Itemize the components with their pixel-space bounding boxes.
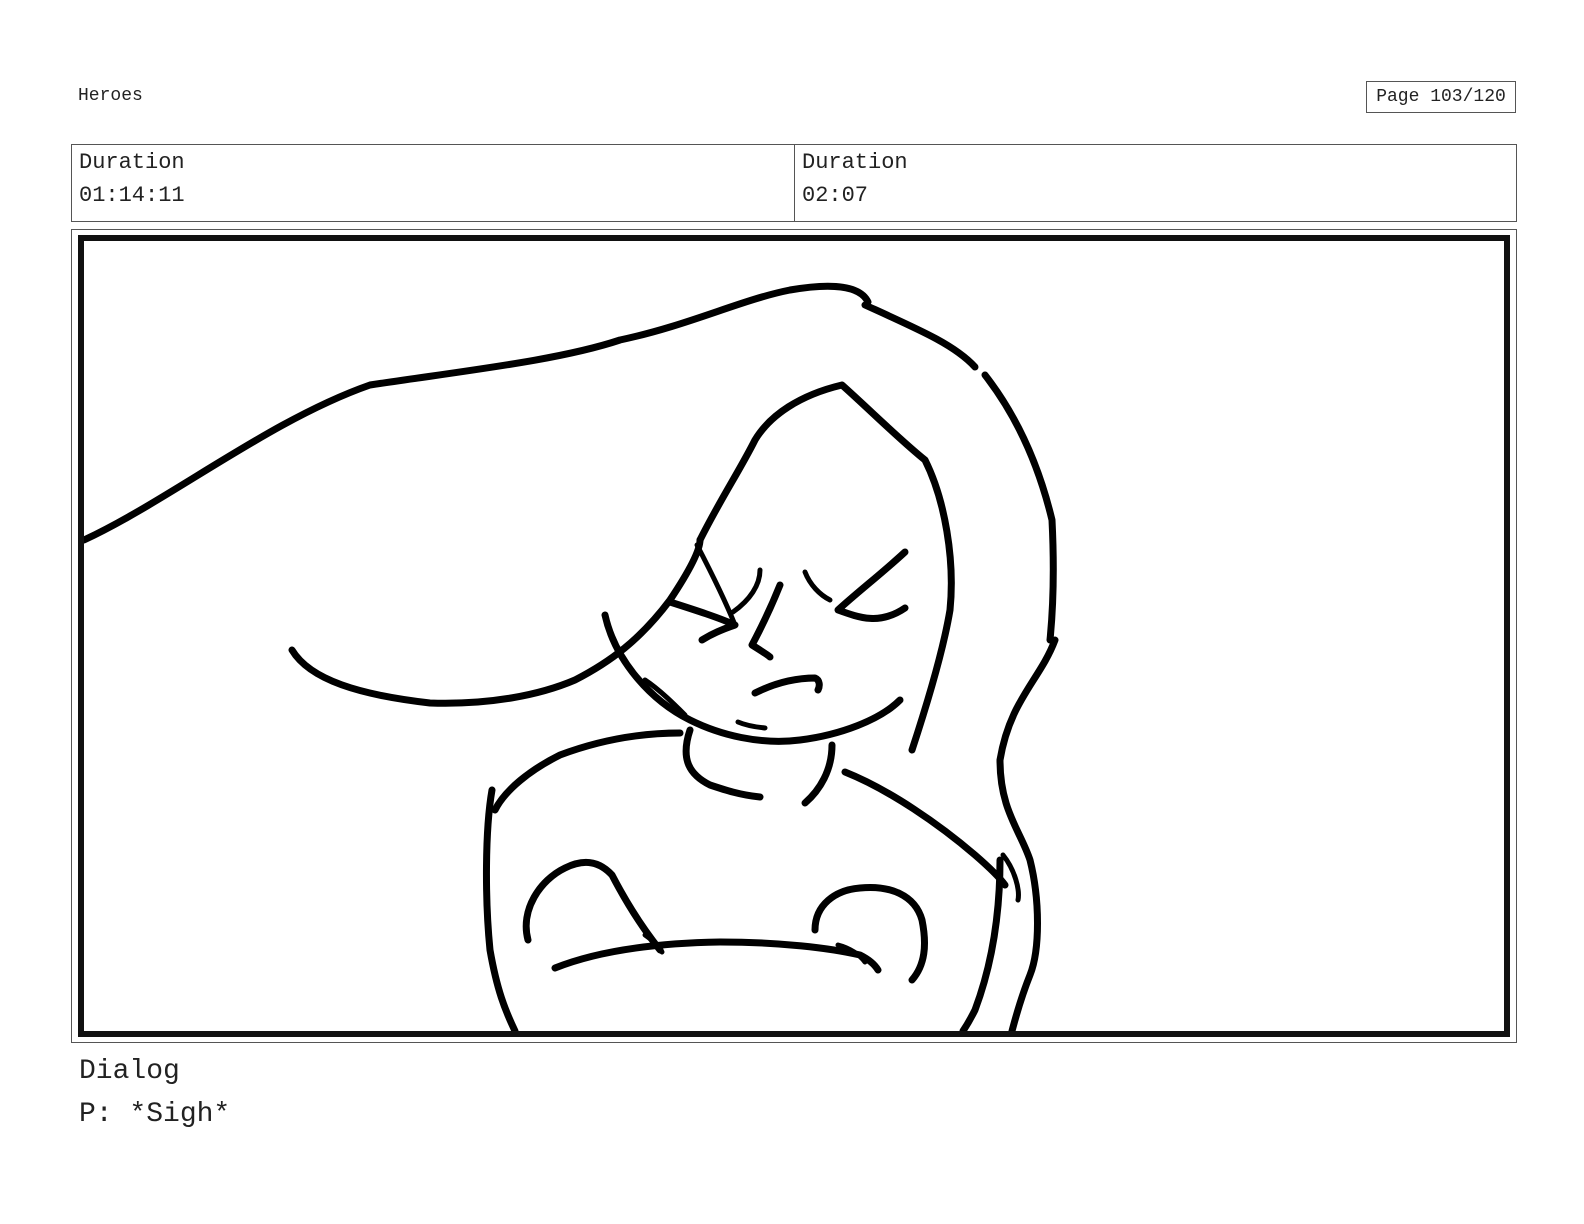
arm-right [811,883,929,984]
body-right [959,856,1004,1031]
duration-table: Duration 01:14:11 Duration 02:07 [71,144,1517,222]
dialog-text: P: *Sigh* [79,1099,231,1130]
duration-cell-shot: Duration 02:07 [795,145,1516,221]
shoulder-right [841,768,1009,889]
hair-right-stroke [861,301,1057,644]
body-left [482,786,519,1031]
page-number: Page 103/120 [1366,81,1516,113]
arms-crossed [551,938,882,974]
hair-strand-chin [642,677,688,718]
jaw-accent [735,719,768,731]
nose [748,581,784,661]
dialog-label: Dialog [79,1056,180,1087]
left-eye-upper [730,567,763,615]
neck-right [801,741,836,807]
arm-left [522,858,664,954]
hair-back-stroke [996,636,1059,1031]
mouth [751,674,823,697]
duration-value-total: 01:14:11 [79,183,185,208]
storyboard-sketch-icon [84,282,1059,1031]
hair-top-stroke [84,282,872,544]
right-eye-upper [802,569,833,603]
duration-label: Duration [802,150,908,175]
shoulder-left [491,729,684,814]
project-title: Heroes [78,86,143,106]
duration-label: Duration [79,150,185,175]
storyboard-panel [78,235,1510,1037]
face-outline [696,381,955,754]
jaw-line [601,611,904,745]
duration-value-shot: 02:07 [802,183,869,208]
hair-tip [1000,852,1021,903]
duration-cell-total: Duration 01:14:11 [72,145,795,221]
right-eye [834,548,909,622]
